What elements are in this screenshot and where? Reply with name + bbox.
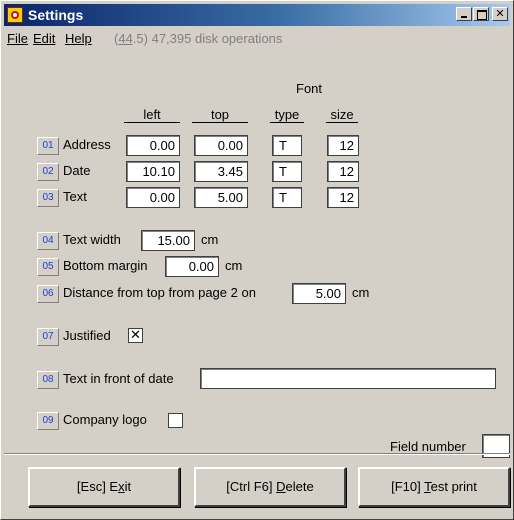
menu-bar: File Edit Help (44.5) 47,395 disk operat… — [4, 28, 510, 50]
exit-label-prefix: [Esc] E — [76, 479, 119, 494]
window-title: Settings — [28, 7, 84, 23]
company-logo-label: Company logo — [63, 412, 147, 427]
text-width-label: Text width — [63, 232, 121, 247]
title-bar[interactable]: Settings ✕ — [4, 4, 510, 26]
field-number-06[interactable]: 06 — [37, 285, 59, 303]
company-logo-checkbox[interactable] — [168, 413, 183, 428]
close-button[interactable]: ✕ — [492, 7, 508, 21]
status-underlined: 44 — [118, 31, 133, 46]
text-label: Text — [63, 189, 87, 204]
delete-label-prefix: [Ctrl F6] — [226, 479, 277, 494]
bottom-margin-unit: cm — [225, 258, 243, 273]
text-width-input[interactable]: 15.00 — [141, 230, 195, 251]
distance-from-top-label: Distance from top from page 2 on — [63, 285, 256, 300]
menu-edit[interactable]: Edit — [33, 31, 55, 46]
delete-label-rest: elete — [285, 479, 314, 494]
settings-window: Settings ✕ File Edit Help (44.5) 47,395 … — [0, 0, 514, 520]
bottom-margin-input[interactable]: 0.00 — [165, 256, 219, 277]
disk-operations-status: (44.5) 47,395 disk operations — [114, 31, 282, 46]
exit-label-rest: it — [124, 479, 132, 494]
app-icon — [7, 7, 23, 23]
settings-form: Font left top type size 01 Address 0.00 … — [4, 53, 510, 458]
field-number-09[interactable]: 09 — [37, 412, 59, 430]
text-in-front-of-date-input[interactable] — [200, 368, 496, 389]
field-number-04[interactable]: 04 — [37, 232, 59, 250]
column-left-header: left — [124, 107, 180, 123]
field-number-07[interactable]: 07 — [37, 328, 59, 346]
date-left-input[interactable]: 10.10 — [126, 161, 180, 182]
delete-label-hotkey: D — [276, 479, 286, 494]
menu-edit-label: Edit — [33, 31, 56, 46]
column-size-header: size — [326, 107, 358, 123]
column-top-header: top — [192, 107, 248, 123]
address-type-input[interactable]: T — [272, 135, 302, 156]
justified-checkbox[interactable]: ✕ — [128, 328, 143, 343]
date-type-input[interactable]: T — [272, 161, 302, 182]
font-header: Font — [296, 81, 323, 96]
address-size-input[interactable]: 12 — [327, 135, 359, 156]
field-number-05[interactable]: 05 — [37, 258, 59, 276]
status-rest: .5) 47,395 disk operations — [132, 31, 283, 46]
date-label: Date — [63, 163, 91, 178]
distance-from-top-input[interactable]: 5.00 — [292, 283, 346, 304]
menu-file[interactable]: File — [7, 31, 28, 46]
menu-file-label: File — [7, 31, 28, 46]
test-label-rest: est print — [430, 479, 477, 494]
distance-from-top-unit: cm — [352, 285, 370, 300]
menu-help[interactable]: Help — [65, 31, 92, 46]
field-number-02[interactable]: 02 — [37, 163, 59, 181]
test-label-prefix: [F10] — [391, 479, 425, 494]
field-number-label: Field number — [390, 439, 466, 454]
menu-help-label: Help — [65, 31, 92, 46]
footer-separator — [4, 453, 510, 455]
button-bar: [Esc] Exit [Ctrl F6] Delete [F10] Test p… — [4, 457, 510, 517]
bottom-margin-label: Bottom margin — [63, 258, 148, 273]
text-left-input[interactable]: 0.00 — [126, 187, 180, 208]
date-top-input[interactable]: 3.45 — [194, 161, 248, 182]
address-left-input[interactable]: 0.00 — [126, 135, 180, 156]
maximize-button[interactable] — [473, 7, 489, 21]
text-top-input[interactable]: 5.00 — [194, 187, 248, 208]
address-label: Address — [63, 137, 111, 152]
field-number-08[interactable]: 08 — [37, 371, 59, 389]
date-size-input[interactable]: 12 — [327, 161, 359, 182]
field-number-01[interactable]: 01 — [37, 137, 59, 155]
test-print-button[interactable]: [F10] Test print — [358, 467, 510, 507]
column-type-header: type — [270, 107, 304, 123]
text-width-unit: cm — [201, 232, 219, 247]
text-type-input[interactable]: T — [272, 187, 302, 208]
field-number-03[interactable]: 03 — [37, 189, 59, 207]
address-top-input[interactable]: 0.00 — [194, 135, 248, 156]
delete-button[interactable]: [Ctrl F6] Delete — [194, 467, 346, 507]
exit-button[interactable]: [Esc] Exit — [28, 467, 180, 507]
text-size-input[interactable]: 12 — [327, 187, 359, 208]
justified-label: Justified — [63, 328, 111, 343]
text-in-front-of-date-label: Text in front of date — [63, 371, 174, 386]
minimize-button[interactable] — [456, 7, 472, 21]
